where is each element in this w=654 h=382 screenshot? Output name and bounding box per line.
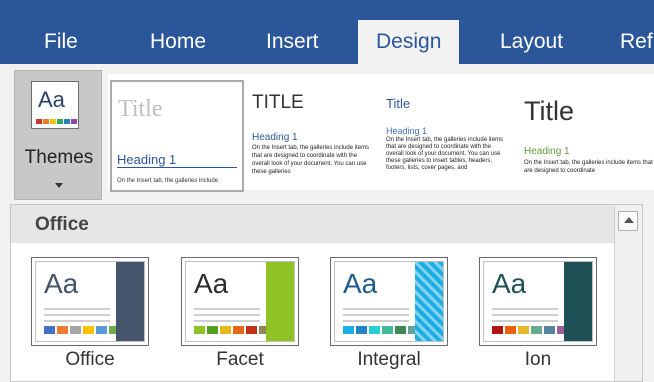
theme-preview: Aa bbox=[334, 261, 444, 342]
theme-swatches bbox=[194, 326, 270, 334]
swatch bbox=[71, 119, 77, 124]
swatch bbox=[64, 119, 70, 124]
theme-preview: Aa bbox=[35, 261, 145, 342]
style-set-item[interactable]: Title Heading 1 On the Insert tab, the g… bbox=[518, 82, 654, 190]
theme-integral[interactable]: Aa bbox=[330, 257, 448, 346]
style-set-gallery: Title Heading 1 On the Insert tab, the g… bbox=[108, 74, 654, 192]
ribbon-tab-bar: File Home Insert Design Layout Ref bbox=[0, 0, 654, 64]
swatch bbox=[57, 119, 63, 124]
theme-name: Facet bbox=[216, 349, 264, 370]
themes-icon-swatches bbox=[36, 119, 77, 124]
theme-swatches bbox=[492, 326, 568, 334]
theme-swatches bbox=[44, 326, 120, 334]
themes-dropdown: Office Aa Office Aa Facet Aa Integral Aa… bbox=[10, 204, 643, 382]
theme-preview: Aa bbox=[483, 261, 593, 342]
gallery-section-header: Office bbox=[11, 205, 615, 243]
themes-icon: Aa bbox=[31, 81, 79, 129]
swatch bbox=[43, 119, 49, 124]
theme-name: Integral bbox=[357, 349, 421, 370]
theme-office[interactable]: Aa bbox=[31, 257, 149, 346]
tab-home[interactable]: Home bbox=[150, 22, 206, 64]
theme-ion[interactable]: Aa bbox=[479, 257, 597, 346]
theme-name: Ion bbox=[524, 349, 552, 370]
swatch bbox=[50, 119, 56, 124]
style-set-item[interactable]: TITLE Heading 1 On the Insert tab, the g… bbox=[248, 82, 374, 190]
tab-file[interactable]: File bbox=[44, 22, 78, 64]
scrollbar[interactable] bbox=[614, 205, 642, 381]
theme-preview: Aa bbox=[185, 261, 295, 342]
themes-button[interactable]: Aa Themes bbox=[14, 70, 102, 200]
swatch bbox=[36, 119, 42, 124]
theme-name: Office bbox=[65, 349, 115, 370]
scroll-up-icon[interactable] bbox=[618, 211, 638, 231]
theme-swatches bbox=[343, 326, 419, 334]
themes-button-label: Themes bbox=[24, 147, 94, 168]
theme-facet[interactable]: Aa bbox=[181, 257, 299, 346]
theme-accent-panel bbox=[116, 262, 144, 341]
tab-design[interactable]: Design bbox=[358, 20, 460, 64]
theme-accent-panel bbox=[266, 262, 294, 341]
style-set-item[interactable]: Title Heading 1 On the Insert tab, the g… bbox=[384, 82, 508, 190]
chevron-down-icon[interactable] bbox=[55, 183, 63, 188]
style-set-item[interactable]: Title Heading 1 On the Insert tab, the g… bbox=[110, 80, 244, 192]
theme-accent-panel bbox=[415, 262, 443, 341]
tab-references[interactable]: Ref bbox=[620, 22, 653, 64]
tab-insert[interactable]: Insert bbox=[266, 22, 319, 64]
tab-layout[interactable]: Layout bbox=[500, 22, 563, 64]
theme-accent-panel bbox=[564, 262, 592, 341]
